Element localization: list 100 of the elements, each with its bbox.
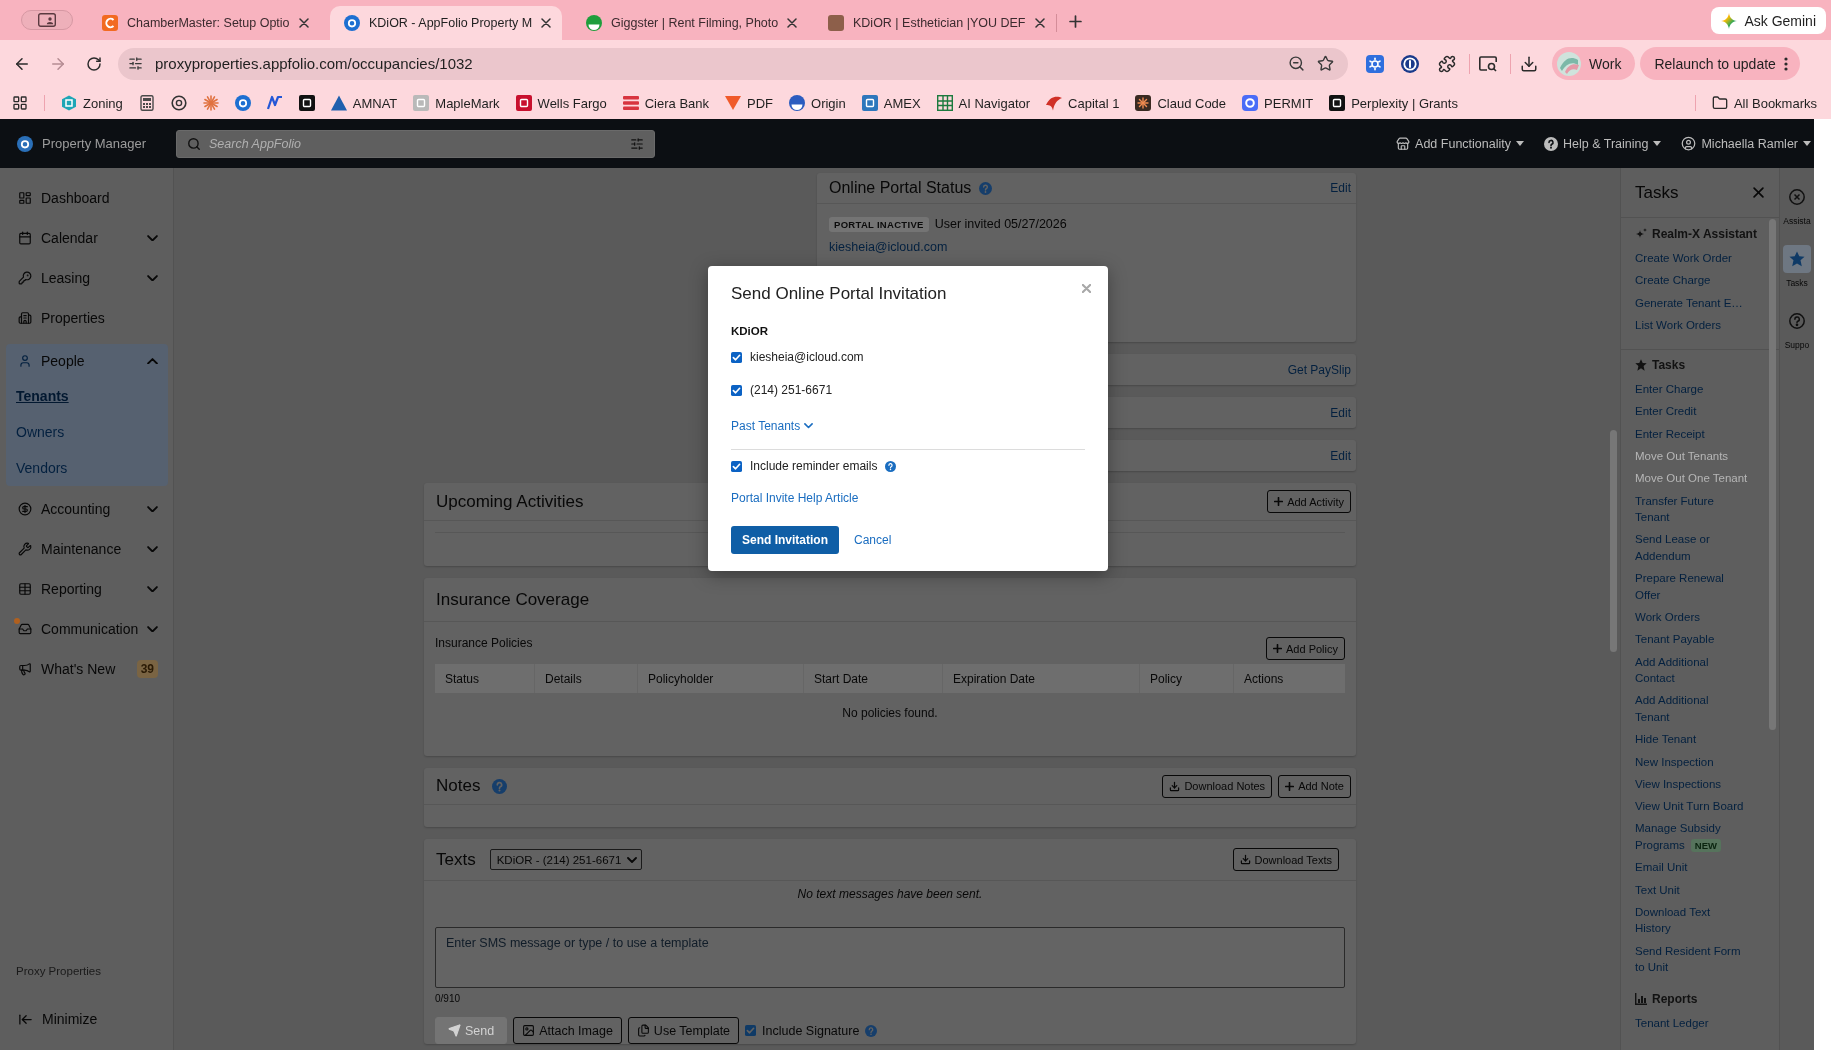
gemini-button[interactable]: Ask Gemini: [1711, 7, 1826, 34]
sidebar-item[interactable]: What's New 39: [0, 649, 173, 689]
scrollbar-thumb[interactable]: [1610, 430, 1617, 652]
task-link[interactable]: Tenant Ledger: [1635, 1015, 1765, 1032]
checkbox[interactable]: [745, 1025, 757, 1036]
submenu-link[interactable]: Vendors: [6, 450, 168, 486]
task-link[interactable]: Add Additional Contact: [1635, 653, 1765, 687]
email-link[interactable]: kiesheia@icloud.com: [829, 240, 948, 254]
cancel-link[interactable]: Cancel: [854, 532, 892, 548]
address-bar[interactable]: proxyproperties.appfolio.com/occupancies/1032: [118, 47, 1348, 80]
sidebar-item[interactable]: Accounting: [0, 489, 173, 529]
relaunch-button[interactable]: Relaunch to update: [1640, 47, 1800, 80]
help-article-link[interactable]: Portal Invite Help Article: [731, 490, 859, 506]
reload-icon[interactable]: [86, 55, 102, 72]
scrollbar-thumb[interactable]: [1769, 219, 1776, 730]
browser-tab[interactable]: ChamberMaster: Setup Optio: [88, 6, 320, 40]
bookmark-link[interactable]: Origin: [789, 95, 846, 111]
edit-link[interactable]: Edit: [1330, 181, 1351, 195]
checkbox[interactable]: [731, 351, 742, 363]
caret-down-icon[interactable]: [1803, 141, 1811, 146]
rail-label[interactable]: Tasks: [1786, 277, 1808, 289]
download-button[interactable]: Download Notes: [1162, 774, 1273, 798]
sliders-icon[interactable]: [630, 136, 644, 151]
sidebar-item[interactable]: Communication: [0, 609, 173, 649]
download-button[interactable]: Download Texts: [1232, 848, 1339, 871]
bookmark-link[interactable]: Claud Code: [1135, 95, 1227, 111]
task-link[interactable]: New Inspection: [1635, 753, 1765, 771]
square-logo-icon[interactable]: [298, 95, 315, 111]
header-menu-button[interactable]: Add Functionality: [1376, 136, 1524, 151]
task-link[interactable]: Add Additional Tenant: [1635, 692, 1765, 726]
recipient-dropdown[interactable]: KDiOR - (214) 251-6671: [489, 849, 642, 870]
starburst-logo-icon[interactable]: [202, 95, 219, 111]
bookmarks-folder-link[interactable]: All Bookmarks: [1711, 95, 1817, 111]
rail-label[interactable]: Assista: [1783, 215, 1811, 227]
rail-label[interactable]: Suppo: [1784, 339, 1810, 351]
submenu-link[interactable]: Tenants: [6, 378, 168, 414]
close-icon[interactable]: [787, 18, 798, 28]
task-link[interactable]: Manage Subsidy Programs NEW: [1635, 820, 1765, 854]
task-link[interactable]: Work Orders: [1635, 609, 1765, 626]
add-button[interactable]: Add Note: [1278, 774, 1351, 798]
close-icon[interactable]: [299, 18, 309, 28]
task-link[interactable]: Enter Credit: [1635, 403, 1765, 420]
task-link[interactable]: Create Charge: [1635, 272, 1765, 289]
apps-grid-icon[interactable]: [12, 95, 28, 111]
task-link[interactable]: Generate Tenant E…: [1635, 294, 1765, 312]
sidebar-item[interactable]: Reporting: [0, 569, 173, 609]
ring-badge-icon[interactable]: [1401, 54, 1419, 73]
profile-button[interactable]: Work: [1552, 47, 1636, 80]
caret-down-icon[interactable]: [1515, 141, 1524, 146]
use-template-button[interactable]: Use Template: [627, 1017, 740, 1044]
task-link[interactable]: Send Resident Form to Unit: [1635, 942, 1765, 976]
minimize-button[interactable]: Minimize: [0, 999, 173, 1039]
sliders-icon[interactable]: [128, 56, 143, 71]
sidebar-item[interactable]: Maintenance: [0, 529, 173, 569]
toggle-link[interactable]: Past Tenants: [731, 418, 814, 434]
calculator-icon[interactable]: [138, 95, 155, 111]
plus-icon[interactable]: [1069, 15, 1082, 28]
star-icon[interactable]: [1317, 55, 1334, 72]
bookmark-link[interactable]: PDF: [725, 95, 774, 111]
close-icon[interactable]: [541, 18, 552, 28]
submit-button[interactable]: Send Invitation: [731, 526, 839, 554]
close-icon[interactable]: [1034, 18, 1045, 28]
ring-logo-icon[interactable]: [17, 135, 33, 152]
task-link[interactable]: Tenant Payable: [1635, 631, 1765, 648]
sidebar-item[interactable]: Leasing: [0, 258, 173, 298]
window-button[interactable]: [21, 10, 73, 30]
sidebar-item[interactable]: Properties: [0, 298, 173, 338]
task-link[interactable]: View Unit Turn Board: [1635, 798, 1765, 815]
checkbox[interactable]: [731, 384, 742, 396]
caret-down-icon[interactable]: [1653, 141, 1662, 146]
bookmark-link[interactable]: MapleMark: [413, 95, 500, 111]
help-icon[interactable]: [885, 460, 897, 472]
circle-x-icon[interactable]: [1789, 189, 1805, 205]
search-bar[interactable]: Search AppFolio: [176, 129, 655, 158]
task-link[interactable]: Text Unit: [1635, 881, 1765, 899]
bookmark-link[interactable]: AI Navigator: [936, 95, 1031, 111]
submenu-link[interactable]: Owners: [6, 414, 168, 450]
browser-tab[interactable]: KDiOR - AppFolio Property M: [330, 6, 562, 40]
task-link[interactable]: Create Work Order: [1635, 250, 1765, 267]
task-link[interactable]: Email Unit: [1635, 859, 1765, 876]
sidebar-item[interactable]: Calendar: [0, 218, 173, 258]
task-link[interactable]: Hide Tenant: [1635, 731, 1765, 748]
task-link[interactable]: Prepare Renewal Offer: [1635, 570, 1765, 604]
sidebar-item[interactable]: People: [6, 344, 168, 378]
sidebar-item[interactable]: Dashboard: [0, 178, 173, 218]
help-icon[interactable]: [1543, 136, 1558, 151]
task-link[interactable]: Transfer Future Tenant: [1635, 492, 1765, 526]
bookmark-link[interactable]: Zoning: [61, 95, 123, 111]
gear-tile-icon[interactable]: [1366, 54, 1384, 73]
card-action-link[interactable]: Get PaySlip: [1287, 362, 1351, 377]
task-link[interactable]: Download Text History: [1635, 903, 1765, 937]
header-menu-button[interactable]: Help & Training: [1523, 136, 1662, 151]
bookmark-link[interactable]: AMNAT: [330, 95, 398, 111]
attach-image-button[interactable]: Attach Image: [513, 1017, 622, 1044]
add-activity-button[interactable]: Add Activity: [1267, 490, 1351, 513]
task-link[interactable]: Enter Receipt: [1635, 425, 1765, 443]
concentric-circles-icon[interactable]: [170, 95, 187, 111]
task-link[interactable]: View Inspections: [1635, 775, 1765, 793]
puzzle-icon[interactable]: [1438, 54, 1456, 73]
bookmark-link[interactable]: Ciera Bank: [622, 95, 710, 111]
